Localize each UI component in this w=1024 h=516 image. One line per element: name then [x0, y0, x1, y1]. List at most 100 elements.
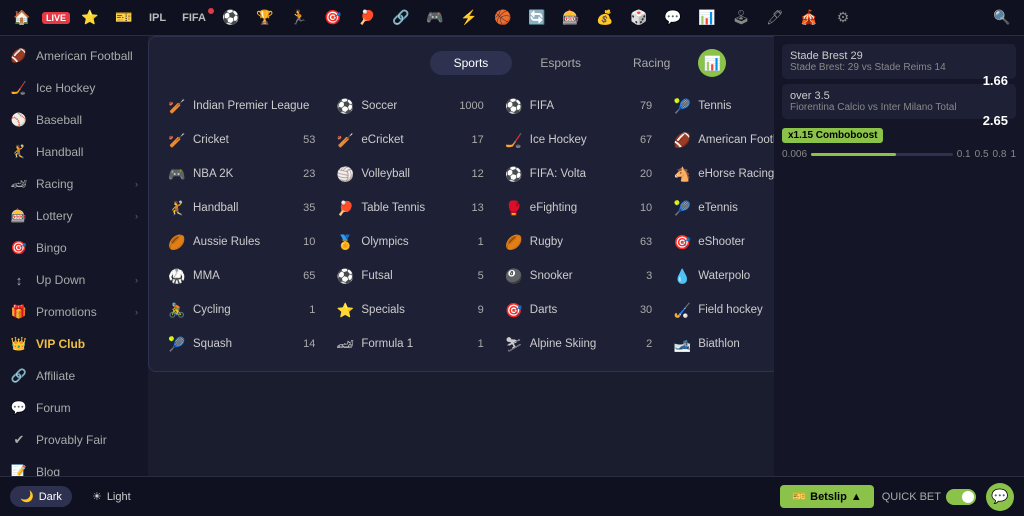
light-theme-button[interactable]: ☀ Light: [82, 486, 141, 507]
pen-nav-icon[interactable]: 🖊: [761, 4, 789, 32]
squash-icon: 🎾: [167, 334, 187, 354]
sport-item-efighting[interactable]: 🥊 eFighting 10: [498, 193, 658, 223]
sidebar-item-updown[interactable]: ↕ Up Down ›: [0, 264, 148, 296]
sport-item-ehorseracing[interactable]: 🐴 eHorse Racing 1: [666, 159, 774, 189]
sport-item-nba2k[interactable]: 🎮 NBA 2K 23: [161, 159, 321, 189]
sidebar-item-blog[interactable]: 📝 Blog: [0, 456, 148, 476]
stats-icon[interactable]: 📊: [698, 49, 726, 77]
sport-item-alpineskiing[interactable]: ⛷ Alpine Skiing 2: [498, 329, 658, 359]
tab-esports[interactable]: Esports: [516, 51, 605, 75]
sport-item-cricket[interactable]: 🏏 Cricket 53: [161, 125, 321, 155]
sport-item-eshooter[interactable]: 🎯 eShooter 7: [666, 227, 774, 257]
sport-item-specials[interactable]: ⭐ Specials 9: [329, 295, 489, 325]
sport-item-biathlon[interactable]: 🎿 Biathlon 4: [666, 329, 774, 359]
slider-track[interactable]: [811, 153, 953, 156]
ipl-nav[interactable]: IPL: [144, 10, 171, 26]
dice-nav-icon[interactable]: 🎲: [625, 4, 653, 32]
slider-fill: [811, 153, 896, 156]
sport-item-tabletennis[interactable]: 🏓 Table Tennis 13: [329, 193, 489, 223]
sidebar-item-american-football[interactable]: 🏈 American Football: [0, 40, 148, 72]
sidebar-item-racing[interactable]: 🏎 Racing ›: [0, 168, 148, 200]
sidebar-item-vip[interactable]: 👑 VIP Club: [0, 328, 148, 360]
inter-odds[interactable]: 2.65: [983, 113, 1008, 128]
brest-odds[interactable]: 1.66: [983, 73, 1008, 88]
slot-nav-icon[interactable]: 🎰: [557, 4, 585, 32]
festival-nav-icon[interactable]: 🎪: [795, 4, 823, 32]
sport-item-cycling[interactable]: 🚴 Cycling 1: [161, 295, 321, 325]
live-tab[interactable]: LIVE: [42, 4, 70, 32]
dark-theme-button[interactable]: 🌙 Dark: [10, 486, 72, 507]
sport-item-fieldhockey[interactable]: 🏑 Field hockey 8: [666, 295, 774, 325]
sport-item-waterpolo[interactable]: 💧 Waterpolo 8: [666, 261, 774, 291]
sidebar-label-forum: Forum: [36, 401, 138, 415]
sport-item-etennis[interactable]: 🎾 eTennis 7: [666, 193, 774, 223]
inter-match-item: over 3.5 Fiorentina Calcio vs Inter Mila…: [782, 84, 1016, 119]
ipl-icon: 🏏: [167, 96, 187, 116]
tab-racing[interactable]: Racing: [609, 51, 694, 75]
sport-item-americanfootball[interactable]: 🏈 American Football 20: [666, 125, 774, 155]
chat-nav-icon[interactable]: 💬: [659, 4, 687, 32]
quick-bet-toggle-pill[interactable]: [946, 489, 976, 505]
sidebar-item-lottery[interactable]: 🎰 Lottery ›: [0, 200, 148, 232]
sport-item-handball[interactable]: 🤾 Handball 35: [161, 193, 321, 223]
lightning-nav-icon[interactable]: ⚡: [455, 4, 483, 32]
sidebar-item-handball[interactable]: 🤾 Handball: [0, 136, 148, 168]
betslip-button[interactable]: 🎫 Betslip ▲: [780, 485, 873, 508]
sidebar-item-ice-hockey[interactable]: 🏒 Ice Hockey: [0, 72, 148, 104]
tabletennis-nav-icon[interactable]: 🏓: [353, 4, 381, 32]
sport-count-formula1: 1: [478, 338, 484, 350]
sport-item-icehockey[interactable]: 🏒 Ice Hockey 67: [498, 125, 658, 155]
tickets-icon[interactable]: 🎫: [110, 4, 138, 32]
sport-item-volleyball[interactable]: 🏐 Volleyball 12: [329, 159, 489, 189]
chart-nav-icon[interactable]: 📊: [693, 4, 721, 32]
gear-nav-icon[interactable]: ⚙: [829, 4, 857, 32]
money-nav-icon[interactable]: 💰: [591, 4, 619, 32]
moon-icon: 🌙: [20, 490, 34, 503]
sport-item-fifavolta[interactable]: ⚽ FIFA: Volta 20: [498, 159, 658, 189]
bingo-icon: 🎯: [10, 239, 28, 257]
sport-item-aussierules[interactable]: 🏉 Aussie Rules 10: [161, 227, 321, 257]
sidebar-item-forum[interactable]: 💬 Forum: [0, 392, 148, 424]
home-icon[interactable]: 🏠: [8, 4, 36, 32]
ecricket-icon: 🏏: [335, 130, 355, 150]
tab-sports[interactable]: Sports: [430, 51, 513, 75]
sport-item-mma[interactable]: 🥋 MMA 65: [161, 261, 321, 291]
sidebar-item-baseball[interactable]: ⚾ Baseball: [0, 104, 148, 136]
fifa-nav[interactable]: FIFA: [177, 10, 211, 26]
sport-item-tennis[interactable]: 🎾 Tennis 159: [666, 91, 774, 121]
sport-item-olympics[interactable]: 🏅 Olympics 1: [329, 227, 489, 257]
soccer-nav-icon[interactable]: ⚽: [217, 4, 245, 32]
gaming-nav-icon[interactable]: 🎮: [421, 4, 449, 32]
trophy-nav-icon[interactable]: 🏆: [251, 4, 279, 32]
odds-slider[interactable]: 0.006 0.1 0.5 0.8 1: [782, 149, 1016, 160]
target-nav-icon[interactable]: 🎯: [319, 4, 347, 32]
right-panel: Stade Brest 29 Stade Brest: 29 vs Stade …: [774, 36, 1024, 476]
sport-item-formula1[interactable]: 🏎 Formula 1 1: [329, 329, 489, 359]
sport-item-darts[interactable]: 🎯 Darts 30: [498, 295, 658, 325]
racing-icon: 🏎: [10, 175, 28, 193]
basketball-nav-icon[interactable]: 🏀: [489, 4, 517, 32]
sport-item-rugby[interactable]: 🏉 Rugby 63: [498, 227, 658, 257]
favorites-icon[interactable]: ⭐: [76, 4, 104, 32]
sport-item-squash[interactable]: 🎾 Squash 14: [161, 329, 321, 359]
refresh-nav-icon[interactable]: 🔄: [523, 4, 551, 32]
sidebar: 🏈 American Football 🏒 Ice Hockey ⚾ Baseb…: [0, 36, 148, 476]
support-circle-button[interactable]: 💬: [986, 483, 1014, 511]
sidebar-item-promotions[interactable]: 🎁 Promotions ›: [0, 296, 148, 328]
sport-item-soccer[interactable]: ⚽ Soccer 1000: [329, 91, 489, 121]
sport-count-ecricket: 17: [472, 134, 484, 146]
bottom-bar: 🌙 Dark ☀ Light 🎫 Betslip ▲ QUICK BET 💬: [0, 476, 1024, 516]
sport-item-ipl[interactable]: 🏏 Indian Premier League: [161, 91, 321, 121]
athletics-nav-icon[interactable]: 🏃: [285, 4, 313, 32]
sport-item-futsal[interactable]: ⚽ Futsal 5: [329, 261, 489, 291]
content-area: Sports Esports Racing 📊 🏏 Indian Premier…: [148, 36, 774, 476]
sport-item-fifa[interactable]: ⚽ FIFA 79: [498, 91, 658, 121]
link-nav-icon[interactable]: 🔗: [387, 4, 415, 32]
sidebar-item-provably-fair[interactable]: ✔ Provably Fair: [0, 424, 148, 456]
search-icon[interactable]: 🔍: [988, 4, 1016, 32]
sport-item-snooker[interactable]: 🎱 Snooker 3: [498, 261, 658, 291]
sidebar-item-bingo[interactable]: 🎯 Bingo: [0, 232, 148, 264]
esports-nav-icon[interactable]: 🕹: [727, 4, 755, 32]
sidebar-item-affiliate[interactable]: 🔗 Affiliate: [0, 360, 148, 392]
sport-item-ecricket[interactable]: 🏏 eCricket 17: [329, 125, 489, 155]
